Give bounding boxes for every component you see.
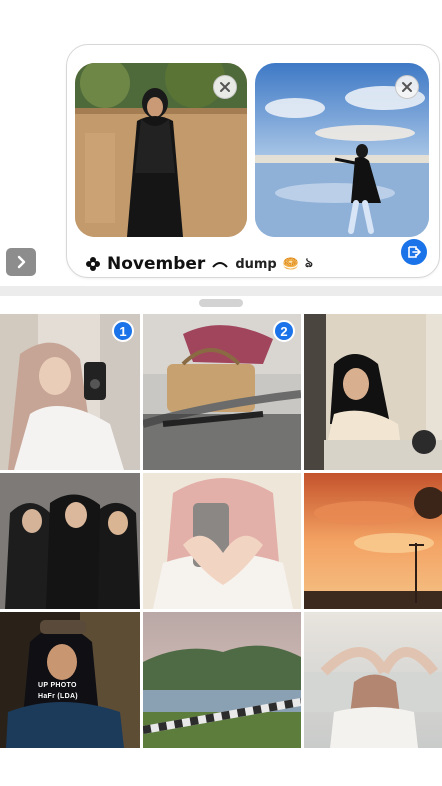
gallery-photo[interactable]: [0, 473, 140, 609]
attachment-thumbnail[interactable]: [75, 63, 247, 237]
gallery-photo[interactable]: [304, 314, 442, 470]
remove-attachment-button[interactable]: [395, 75, 419, 99]
photo-sunset-sky: [304, 473, 442, 609]
gallery-photo[interactable]: 2: [143, 314, 301, 470]
chevron-right-icon: [17, 255, 26, 269]
caption-input[interactable]: November dump 🥯 ঌ: [85, 251, 313, 277]
gallery-photo[interactable]: 1: [0, 314, 140, 470]
photo-beach-heart-hands: [304, 612, 442, 748]
send-button[interactable]: [401, 239, 427, 265]
gallery-photo[interactable]: [304, 612, 442, 748]
compose-box[interactable]: November dump 🥯 ঌ: [66, 44, 440, 278]
expand-button[interactable]: [6, 248, 36, 276]
close-icon: [220, 82, 230, 92]
remove-attachment-button[interactable]: [213, 75, 237, 99]
watermark-handle: HaFr (LDA): [38, 693, 78, 700]
gallery-photo[interactable]: [304, 473, 442, 609]
gallery-photo[interactable]: [143, 612, 301, 748]
photo-girl-at-mirror: [304, 314, 442, 470]
caption-sub-text: dump: [235, 256, 277, 272]
photo-night-portrait: [0, 612, 140, 748]
selection-badge: 2: [273, 320, 295, 342]
selection-badge: 1: [112, 320, 134, 342]
watermark-title: UP PHOTO: [38, 682, 77, 689]
arc-decoration-icon: [212, 262, 229, 268]
photo-watermark: UP PHOTO HaFr (LDA): [38, 682, 78, 700]
attachment-thumbnail[interactable]: [255, 63, 429, 237]
gallery-photo[interactable]: UP PHOTO HaFr (LDA): [0, 612, 140, 748]
photo-river-hills: [143, 612, 301, 748]
photo-three-friends: [0, 473, 140, 609]
drag-handle[interactable]: [199, 299, 243, 307]
send-icon: [408, 246, 421, 258]
caption-emoji: 🥯: [282, 256, 299, 272]
panel-divider: [0, 286, 442, 296]
photo-heart-hands-phone: [143, 473, 301, 609]
caption-main-text: November: [107, 254, 206, 274]
gallery-photo[interactable]: [143, 473, 301, 609]
media-composer-screen: November dump 🥯 ঌ 1 2 UP PHOTO HaFr (LDA…: [0, 0, 442, 786]
close-icon: [402, 82, 412, 92]
caption-decoration: ঌ: [304, 255, 313, 271]
flower-icon: [86, 257, 100, 271]
